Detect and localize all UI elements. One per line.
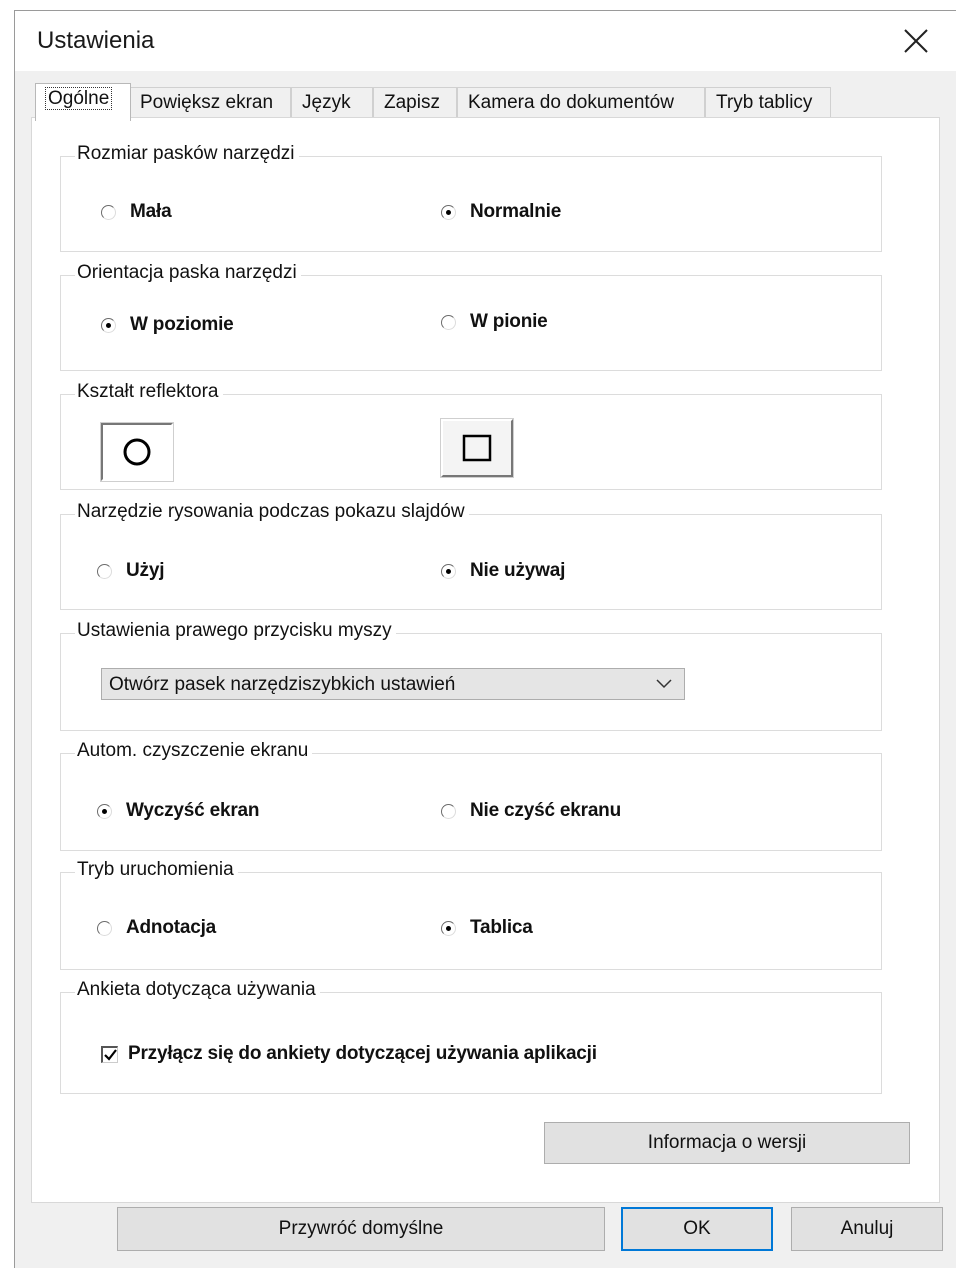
radio-button[interactable]: [97, 803, 112, 819]
spotlight-circle-button[interactable]: [101, 423, 173, 481]
radio-button[interactable]: [101, 204, 116, 220]
usage-survey-checkbox[interactable]: Przyłącz się do ankiety dotyczącej używa…: [101, 1043, 597, 1065]
chevron-down-icon: [656, 679, 672, 689]
restore-defaults-button[interactable]: Przywróć domyślne: [117, 1207, 605, 1251]
radio-button[interactable]: [441, 803, 456, 819]
group-legend: Ankieta dotycząca używania: [75, 979, 320, 1001]
radio-label: W pionie: [470, 311, 548, 332]
version-info-button[interactable]: Informacja o wersji: [544, 1122, 910, 1164]
slideshow-drawing-group: Narzędzie rysowania podczas pokazu slajd…: [60, 501, 882, 610]
tab-label: Język: [302, 92, 351, 113]
group-legend: Orientacja paska narzędzi: [75, 262, 301, 284]
general-tab-panel: Rozmiar pasków narzędzi Mała Normalnie O…: [31, 117, 940, 1203]
radio-label: Użyj: [126, 560, 165, 581]
right-click-dropdown[interactable]: Otwórz pasek narzędziszybkich ustawień: [101, 668, 685, 700]
radio-label: Normalnie: [470, 201, 562, 222]
group-legend: Ustawienia prawego przycisku myszy: [75, 620, 396, 642]
title-bar: Ustawienia: [15, 11, 956, 71]
radio-dont-use[interactable]: Nie używaj: [441, 560, 565, 582]
radio-label: Nie używaj: [470, 560, 566, 581]
settings-dialog: Ustawienia Ogólne Powiększ ekran Język Z…: [14, 10, 956, 1268]
group-legend: Kształt reflektora: [75, 381, 223, 403]
radio-button[interactable]: [101, 317, 116, 333]
group-legend: Narzędzie rysowania podczas pokazu slajd…: [75, 501, 469, 523]
radio-small[interactable]: Mała: [101, 201, 172, 223]
toolbar-size-group: Rozmiar pasków narzędzi Mała Normalnie: [60, 143, 882, 252]
radio-button[interactable]: [97, 920, 112, 936]
radio-button[interactable]: [441, 204, 456, 220]
radio-label: Nie czyść ekranu: [470, 800, 621, 821]
square-icon: [462, 434, 492, 462]
radio-vertical[interactable]: W pionie: [441, 311, 548, 333]
radio-button[interactable]: [441, 920, 456, 936]
tab-label: Powiększ ekran: [140, 92, 274, 113]
radio-normal[interactable]: Normalnie: [441, 201, 561, 223]
auto-clear-group: Autom. czyszczenie ekranu Wyczyść ekran …: [60, 740, 882, 851]
radio-label: Tablica: [470, 917, 533, 938]
radio-use[interactable]: Użyj: [97, 560, 164, 582]
dialog-title: Ustawienia: [37, 27, 155, 54]
tab-whiteboard-mode[interactable]: Tryb tablicy: [705, 87, 831, 119]
radio-clear-screen[interactable]: Wyczyść ekran: [97, 800, 260, 822]
tab-label: Zapisz: [384, 92, 440, 113]
tab-label: Ogólne: [44, 87, 113, 110]
radio-dont-clear-screen[interactable]: Nie czyść ekranu: [441, 800, 621, 822]
tab-language[interactable]: Język: [291, 87, 373, 119]
tab-save[interactable]: Zapisz: [373, 87, 457, 119]
radio-button[interactable]: [441, 563, 456, 579]
group-legend: Tryb uruchomienia: [75, 859, 238, 881]
radio-whiteboard[interactable]: Tablica: [441, 917, 533, 939]
radio-annotation[interactable]: Adnotacja: [97, 917, 216, 939]
ok-button[interactable]: OK: [621, 1207, 773, 1251]
tab-document-camera[interactable]: Kamera do dokumentów: [457, 87, 705, 119]
circle-icon: [123, 438, 151, 466]
usage-survey-group: Ankieta dotycząca używania Przyłącz się …: [60, 979, 882, 1094]
close-icon: [904, 29, 928, 53]
group-legend: Rozmiar pasków narzędzi: [75, 143, 299, 165]
checkbox-label: Przyłącz się do ankiety dotyczącej używa…: [128, 1043, 597, 1064]
radio-button[interactable]: [441, 314, 456, 330]
radio-label: Mała: [130, 201, 172, 222]
spotlight-square-button[interactable]: [441, 419, 513, 477]
cancel-button[interactable]: Anuluj: [791, 1207, 943, 1251]
tab-label: Kamera do dokumentów: [468, 92, 674, 113]
tab-label: Tryb tablicy: [716, 92, 813, 113]
close-button[interactable]: [900, 25, 932, 57]
spotlight-shape-group: Kształt reflektora: [60, 381, 882, 490]
checkbox[interactable]: [101, 1045, 118, 1063]
startup-mode-group: Tryb uruchomienia Adnotacja Tablica: [60, 859, 882, 970]
tab-general[interactable]: Ogólne: [35, 83, 131, 121]
tab-magnify-screen[interactable]: Powiększ ekran: [129, 87, 291, 119]
radio-label: W poziomie: [130, 314, 234, 335]
radio-button[interactable]: [97, 563, 112, 579]
radio-label: Wyczyść ekran: [126, 800, 260, 821]
radio-horizontal[interactable]: W poziomie: [101, 314, 234, 336]
right-click-group: Ustawienia prawego przycisku myszy Otwór…: [60, 620, 882, 731]
checkmark-icon: [104, 1048, 117, 1061]
toolbar-orientation-group: Orientacja paska narzędzi W poziomie W p…: [60, 262, 882, 371]
dropdown-value: Otwórz pasek narzędziszybkich ustawień: [109, 674, 456, 695]
radio-label: Adnotacja: [126, 917, 217, 938]
group-legend: Autom. czyszczenie ekranu: [75, 740, 313, 762]
